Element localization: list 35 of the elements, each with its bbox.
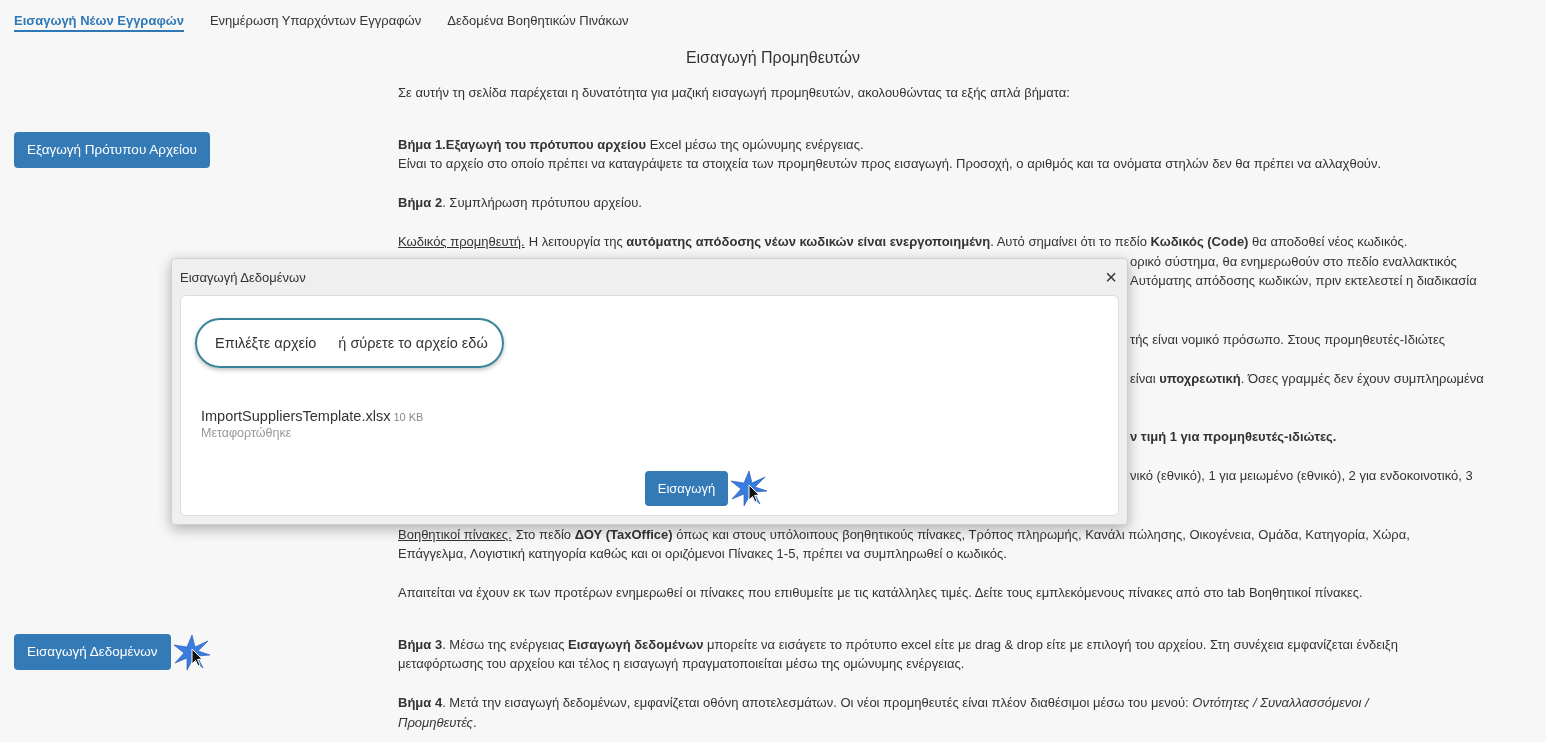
text-fragment: Αυτόματης απόδοσης κωδικών, πριν εκτελεστεί η διαδικασία — [1130, 272, 1477, 290]
text-line: Απαιτείται να έχουν εκ των προτέρων ενημερωθεί οι πίνακες που επιθυμείτε με τις κατάλληλες τιμές. Δείτε τους εμπλεκόμενους πίνακες από στο tab Βοηθητικοί πίνακες. — [398, 584, 1364, 602]
text-line: Είναι το αρχείο στο οποίο πρέπει να καταγράψετε τα στοιχεία των προμηθευτών προς εισαγωγή. Προσοχή, ο αριθμός και τα ονόματα στηλών δεν θα πρέπει να αλλαχθούν. — [398, 155, 1383, 173]
text-line: Προμηθευτές. — [398, 713, 478, 732]
text-fragment: τής είναι νομικό πρόσωπο. Στους προμηθευτές-Ιδιώτες — [1130, 330, 1445, 349]
text-line: Βήμα 4. Μετά την εισαγωγή δεδομένων, εμφανίζεται οθόνη αποτελεσμάτων. Οι νέοι προμηθευτές είναι πλέον διαθέσιμοι μέσω του μενού: Οντότητες / Συναλλασσόμενοι / — [398, 694, 1371, 712]
page-title: Εισαγωγή Προμηθευτών — [684, 48, 862, 68]
text-line: Βήμα 1.Εξαγωγή του πρότυπου αρχείου Excel μέσω της ομώνυμης ενέργειας. — [398, 135, 865, 154]
import-button[interactable]: Εισαγωγή — [644, 470, 729, 506]
text-line: μεταφόρτωσης του αρχείου και τέλος η εισαγωγή πραγματοποιείται μέσω της ομώνυμης ενέργειας. — [398, 655, 966, 673]
text-line: Βήμα 2. Συμπλήρωση πρότυπου αρχείου. — [398, 194, 643, 212]
text-line: Η λειτουργία της αυτόματης απόδοσης νέων κωδικών είναι ενεργοποιημένη. Αυτό σημαίνει ότι το πεδίο Κωδικός (Code) θα αποδοθεί νέος κωδικός. — [528, 234, 1408, 249]
text-line: Επάγγελμα, Λογιστική κατηγορία καθώς και οι οριζόμενοι Πίνακες 1-5, πρέπει να συμπληρωθεί ο κωδικός. — [398, 545, 1008, 563]
text-fragment: ορικό σύστημα, θα ενημερωθούν στο πεδίο εναλλακτικός — [1130, 252, 1457, 271]
tab[interactable]: Δεδομένα Βοηθητικών Πινάκων — [447, 10, 629, 32]
file-name: ImportSuppliersTemplate.xlsx — [201, 408, 391, 424]
text-line: Σε αυτήν τη σελίδα παρέχεται η δυνατότητα για μαζική εισαγωγή προμηθευτών, ακολουθώντας τα εξής απλά βήματα: — [398, 84, 1071, 102]
text-line: Βήμα 3. Μέσω της ενέργειας Εισαγωγή δεδομένων μπορείτε να εισάγετε το πρότυπο excel είτε με drag & drop είτε με επιλογή του αρχείου. Στη συνέχεια εμφανίζεται ένδειξη — [398, 635, 1399, 654]
text-fragment: ν τιμή 1 για προμηθευτές-ιδιώτες. — [1130, 428, 1337, 446]
tab[interactable]: Ενημέρωση Υπαρχόντων Εγγραφών — [209, 10, 422, 32]
file-drop-zone[interactable]: Επιλέξτε αρχείο ή σύρετε το αρχείο εδώ — [195, 318, 504, 368]
text-fragment: νικό (εθνικό), 1 για μειωμένο (εθνικό), 2 για ενδοκοινοτικό, 3 — [1130, 467, 1473, 485]
upload-status: Μεταφορτώθηκε — [201, 426, 293, 440]
close-button[interactable]: × — [1105, 267, 1117, 287]
tab[interactable]: Εισαγωγή Νέων Εγγραφών — [14, 10, 184, 32]
action-button[interactable]: Εισαγωγή Δεδομένων — [14, 633, 171, 670]
action-button[interactable]: Εξαγωγή Πρότυπου Αρχείου — [14, 131, 210, 168]
file-size: 10 KB — [393, 411, 424, 423]
dialog-title: Εισαγωγή Δεδομένων — [180, 269, 306, 285]
term-label: Κωδικός προμηθευτή. — [398, 234, 525, 249]
term-label: Βοηθητικοί πίνακες. — [398, 526, 512, 542]
text-line: Στο πεδίο ΔΟΥ (TaxOffice) όπως και στους υπόλοιπους βοηθητικούς πίνακες, Τρόπος πληρωμής, Κανάλι πώλησης, Οικογένεια, Ομάδα, Κατηγορία, Χώρα, — [515, 526, 1410, 542]
drop-hint: ή σύρετε το αρχείο εδώ — [338, 335, 488, 351]
choose-file-button[interactable]: Επιλέξτε αρχείο — [215, 335, 317, 351]
text-fragment: είναι υποχρεωτική. Όσες γραμμές δεν έχουν συμπληρωμένα — [1130, 369, 1484, 388]
